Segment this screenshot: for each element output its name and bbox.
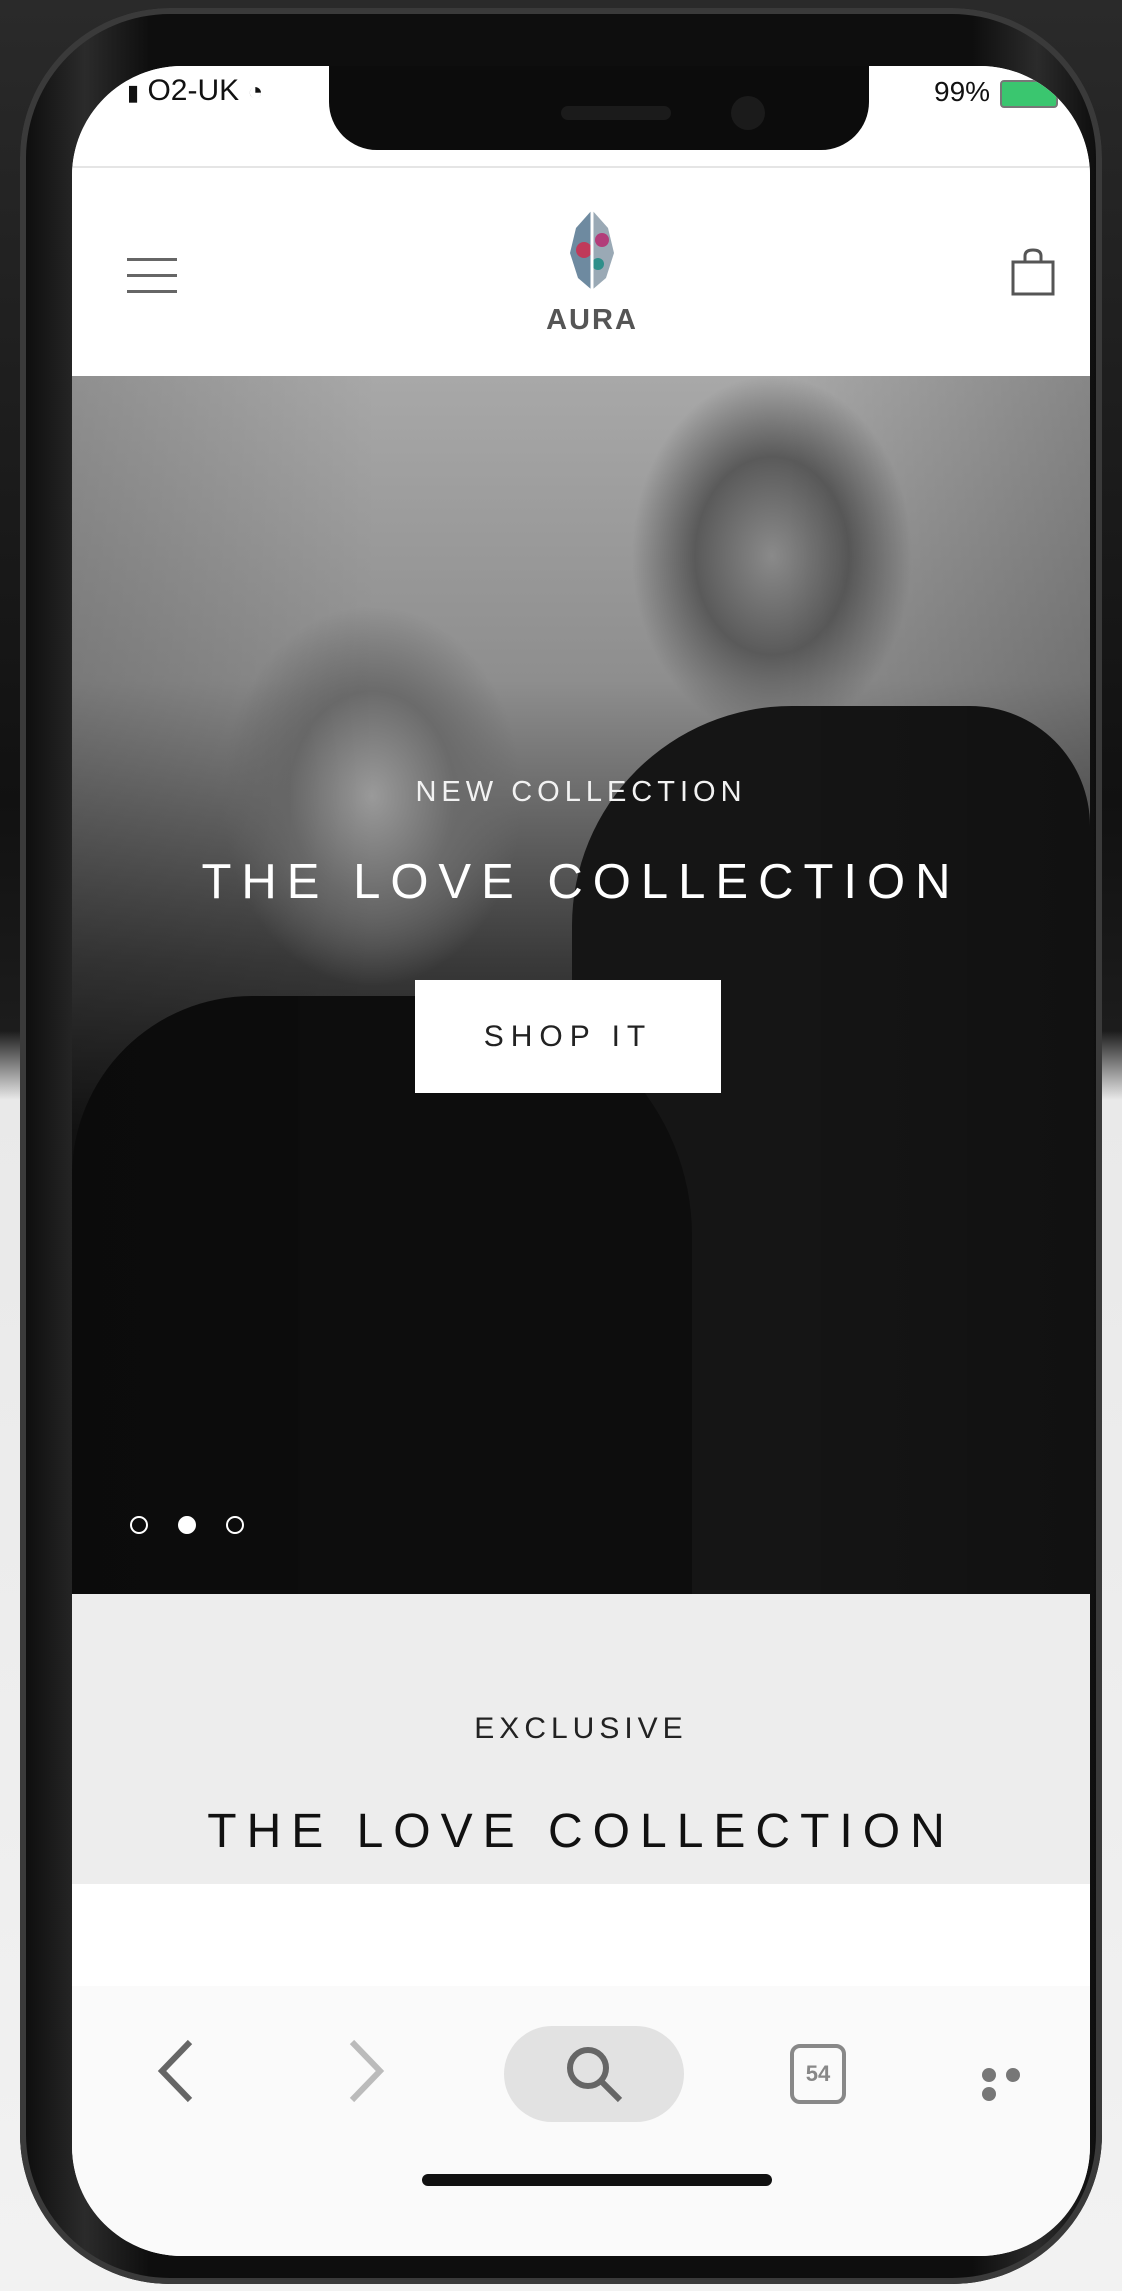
camera xyxy=(731,96,765,130)
phone-screen: ▮ O2-UK ◔ 99% AURA NEW COLLECTION THE LO… xyxy=(72,66,1090,2256)
brand-name: AURA xyxy=(546,304,638,336)
exclusive-title: THE LOVE COLLECTION xyxy=(207,1805,955,1858)
battery-icon xyxy=(1000,80,1058,108)
speaker xyxy=(561,106,671,120)
search-icon xyxy=(567,2047,623,2103)
site-header: AURA xyxy=(72,166,1090,378)
home-indicator[interactable] xyxy=(422,2174,772,2186)
signal-icon: ▮ xyxy=(127,80,140,105)
battery-percent: 99% xyxy=(934,76,991,107)
carousel-dots xyxy=(130,1516,274,1546)
carousel-dot-1[interactable] xyxy=(130,1516,148,1534)
carousel-dot-3[interactable] xyxy=(226,1516,244,1534)
exclusive-section: EXCLUSIVE THE LOVE COLLECTION xyxy=(72,1594,1090,1884)
hero-banner: NEW COLLECTION THE LOVE COLLECTION SHOP … xyxy=(72,376,1090,1594)
hamburger-menu-icon[interactable] xyxy=(127,258,177,294)
wifi-icon: ◔ xyxy=(247,76,264,106)
phone-frame: ▮ O2-UK ◔ 99% AURA NEW COLLECTION THE LO… xyxy=(20,8,1102,2284)
chevron-right-icon[interactable] xyxy=(340,2036,390,2106)
brand-logo[interactable]: AURA xyxy=(542,208,642,348)
tabs-count-button[interactable]: 54 xyxy=(790,2044,846,2104)
chevron-left-icon[interactable] xyxy=(152,2036,202,2106)
carrier-label: ▮ O2-UK ◔ xyxy=(127,74,263,108)
notch xyxy=(329,66,869,150)
carousel-dot-2[interactable] xyxy=(178,1516,196,1534)
exclusive-kicker: EXCLUSIVE xyxy=(474,1712,688,1745)
logo-crystal-icon xyxy=(570,210,614,290)
hero-title: THE LOVE COLLECTION xyxy=(201,855,961,909)
shopping-bag-icon[interactable] xyxy=(1010,248,1056,296)
browser-toolbar: 54 xyxy=(72,1986,1090,2256)
carrier-name: O2-UK xyxy=(147,74,240,107)
search-button[interactable] xyxy=(504,2026,684,2122)
hero-kicker: NEW COLLECTION xyxy=(415,776,747,808)
status-bar: ▮ O2-UK ◔ 99% xyxy=(72,66,1090,166)
shop-it-button[interactable]: SHOP IT xyxy=(415,980,721,1093)
more-dots-icon[interactable] xyxy=(982,2068,1052,2101)
